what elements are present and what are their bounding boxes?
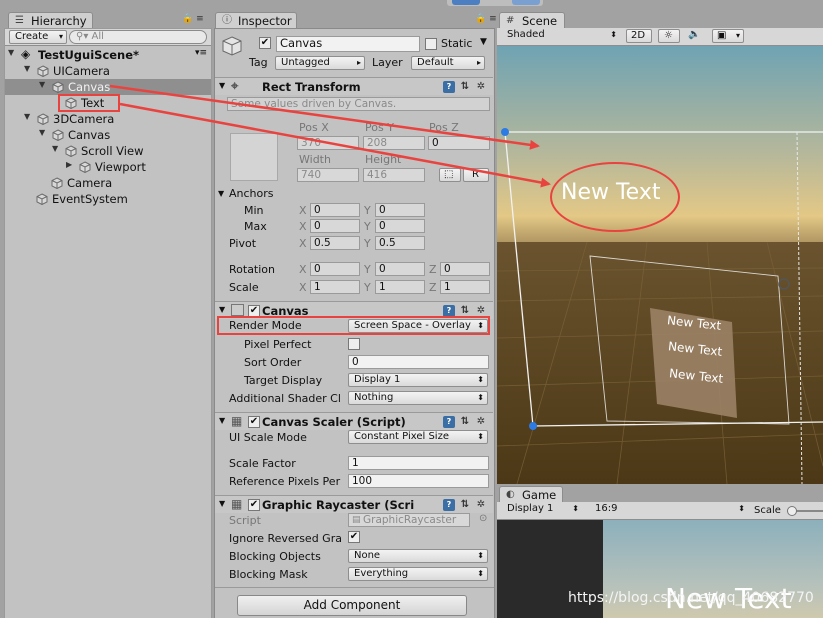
- watermark: https://blog.csdn.net/qq_40682770: [568, 590, 814, 606]
- annotation-arrows: [109, 84, 551, 188]
- arrow-text-to-newtext: [119, 102, 551, 188]
- arrow-canvas-to-scene: [109, 84, 540, 150]
